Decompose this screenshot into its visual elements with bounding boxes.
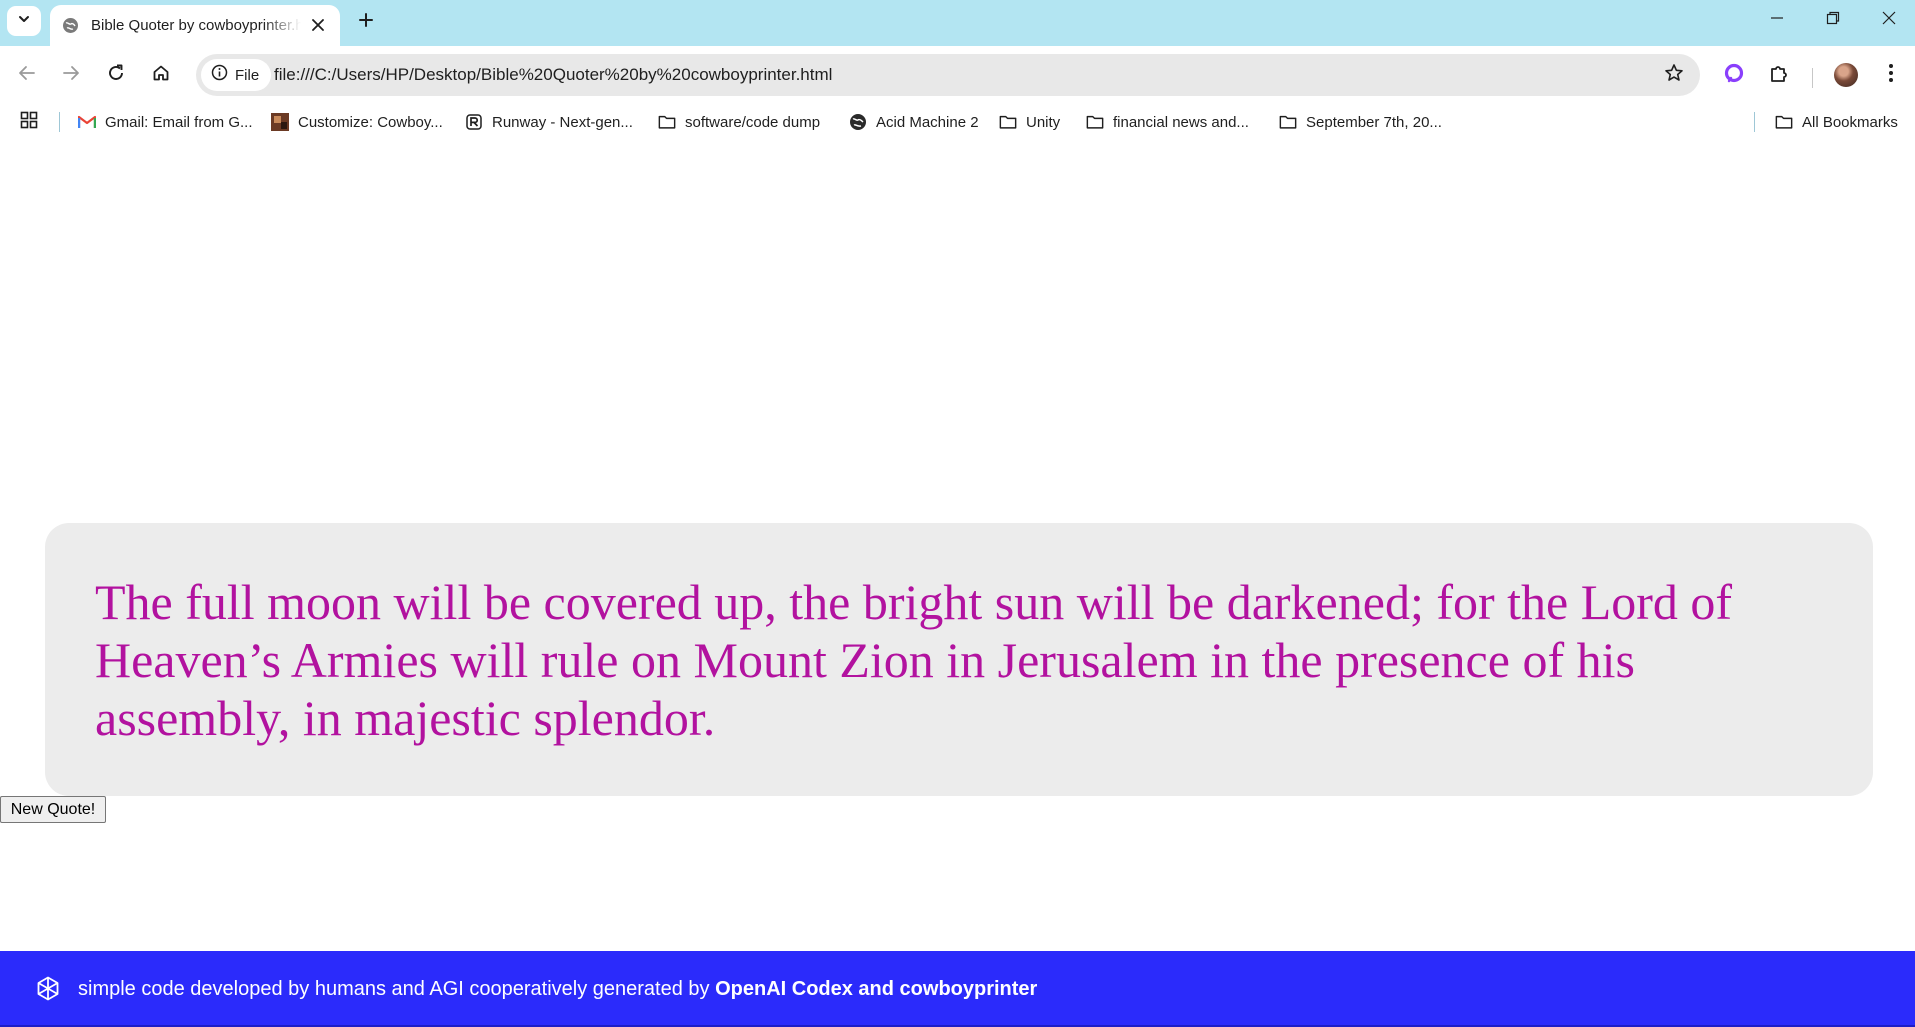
new-tab-button[interactable] [352, 8, 380, 36]
menu-button[interactable] [1874, 58, 1908, 92]
footer: simple code developed by humans and AGI … [0, 951, 1915, 1027]
bookmark-label: financial news and... [1113, 113, 1249, 131]
bookmark-folder-software[interactable]: software/code dump [658, 110, 820, 134]
bookmark-label: Gmail: Email from G... [105, 113, 253, 131]
browser-toolbar: File file:///C:/Users/HP/Desktop/Bible%2… [0, 46, 1915, 104]
home-button[interactable] [144, 58, 178, 92]
copilot-ring-icon [1723, 62, 1745, 89]
gmail-icon [78, 113, 96, 131]
globe-icon [62, 17, 79, 34]
bookmark-folder-september[interactable]: September 7th, 20... [1279, 110, 1442, 134]
reload-button[interactable] [99, 58, 133, 92]
tab-strip: Bible Quoter by cowboyprinter.html [0, 0, 1915, 46]
restore-button[interactable] [1805, 0, 1861, 40]
tab-active[interactable]: Bible Quoter by cowboyprinter.html [50, 5, 340, 46]
arrow-left-icon [18, 64, 36, 87]
globe-icon [849, 113, 867, 131]
quote-card: The full moon will be covered up, the br… [45, 523, 1873, 796]
site-chip-label: File [235, 66, 260, 84]
bookmark-folder-financial[interactable]: financial news and... [1086, 110, 1249, 134]
bookmarks-bar: Gmail: Email from G... Customize: Cowboy… [0, 104, 1915, 140]
bookmarks-divider [1754, 112, 1755, 132]
puzzle-icon [1769, 63, 1789, 88]
minimize-icon [1770, 11, 1784, 30]
bookmark-customize[interactable]: Customize: Cowboy... [271, 110, 443, 134]
extensions-button[interactable] [1762, 58, 1796, 92]
bookmark-acid-machine[interactable]: Acid Machine 2 [849, 110, 979, 134]
plus-icon [358, 12, 374, 33]
folder-icon [999, 113, 1017, 131]
arrow-right-icon [62, 64, 80, 87]
bookmark-label: Customize: Cowboy... [298, 113, 443, 131]
bookmark-label: Unity [1026, 113, 1061, 131]
folder-icon [1086, 113, 1104, 131]
kebab-menu-icon [1888, 63, 1894, 88]
close-icon [1882, 11, 1896, 30]
folder-icon [1279, 113, 1297, 131]
bookmark-folder-unity[interactable]: Unity [999, 110, 1060, 134]
avatar [1834, 63, 1858, 87]
folder-icon [1775, 113, 1793, 131]
footer-text-strong: OpenAI Codex and cowboyprinter [715, 977, 1038, 1000]
forward-button[interactable] [54, 58, 88, 92]
site-thumbnail-icon [271, 113, 289, 131]
bookmarks-divider [59, 112, 60, 132]
bookmark-runway[interactable]: Runway - Next-gen... [465, 110, 633, 134]
home-icon [152, 64, 170, 87]
tab-close-icon[interactable] [308, 15, 328, 35]
all-bookmarks-label: All Bookmarks [1802, 113, 1898, 131]
back-button[interactable] [10, 58, 44, 92]
url-text[interactable]: file:///C:/Users/HP/Desktop/Bible%20Quot… [274, 65, 832, 85]
runway-icon [465, 113, 483, 131]
toolbar-divider [1812, 68, 1813, 88]
folder-icon [658, 113, 676, 131]
all-bookmarks-button[interactable]: All Bookmarks [1775, 110, 1898, 134]
star-icon [1664, 63, 1684, 88]
site-info-chip[interactable]: File [201, 59, 272, 91]
footer-text-prefix: simple code developed by humans and AGI … [78, 977, 716, 1000]
apps-button[interactable] [20, 110, 38, 134]
bookmark-label: September 7th, 20... [1306, 113, 1442, 131]
footer-text: simple code developed by humans and AGI … [78, 978, 1037, 1001]
bookmark-label: software/code dump [685, 113, 821, 131]
bookmark-label: Runway - Next-gen... [492, 113, 633, 131]
bookmark-gmail[interactable]: Gmail: Email from G... [78, 110, 253, 134]
info-icon [211, 64, 228, 86]
close-window-button[interactable] [1861, 0, 1915, 40]
tab-title: Bible Quoter by cowboyprinter.html [91, 17, 301, 34]
profile-button[interactable] [1829, 58, 1863, 92]
chevron-down-icon [17, 12, 31, 31]
extension-button[interactable] [1717, 58, 1751, 92]
restore-icon [1826, 11, 1840, 30]
apps-grid-icon [20, 111, 38, 134]
openai-logo-icon [32, 973, 64, 1005]
address-bar[interactable]: File file:///C:/Users/HP/Desktop/Bible%2… [196, 54, 1700, 96]
minimize-button[interactable] [1749, 0, 1805, 40]
bookmark-label: Acid Machine 2 [876, 113, 979, 131]
tab-search-button[interactable] [7, 6, 41, 36]
reload-icon [107, 64, 125, 87]
quote-text: The full moon will be covered up, the br… [95, 574, 1733, 746]
bookmark-star-button[interactable] [1662, 63, 1686, 87]
new-quote-button[interactable]: New Quote! [0, 796, 106, 823]
